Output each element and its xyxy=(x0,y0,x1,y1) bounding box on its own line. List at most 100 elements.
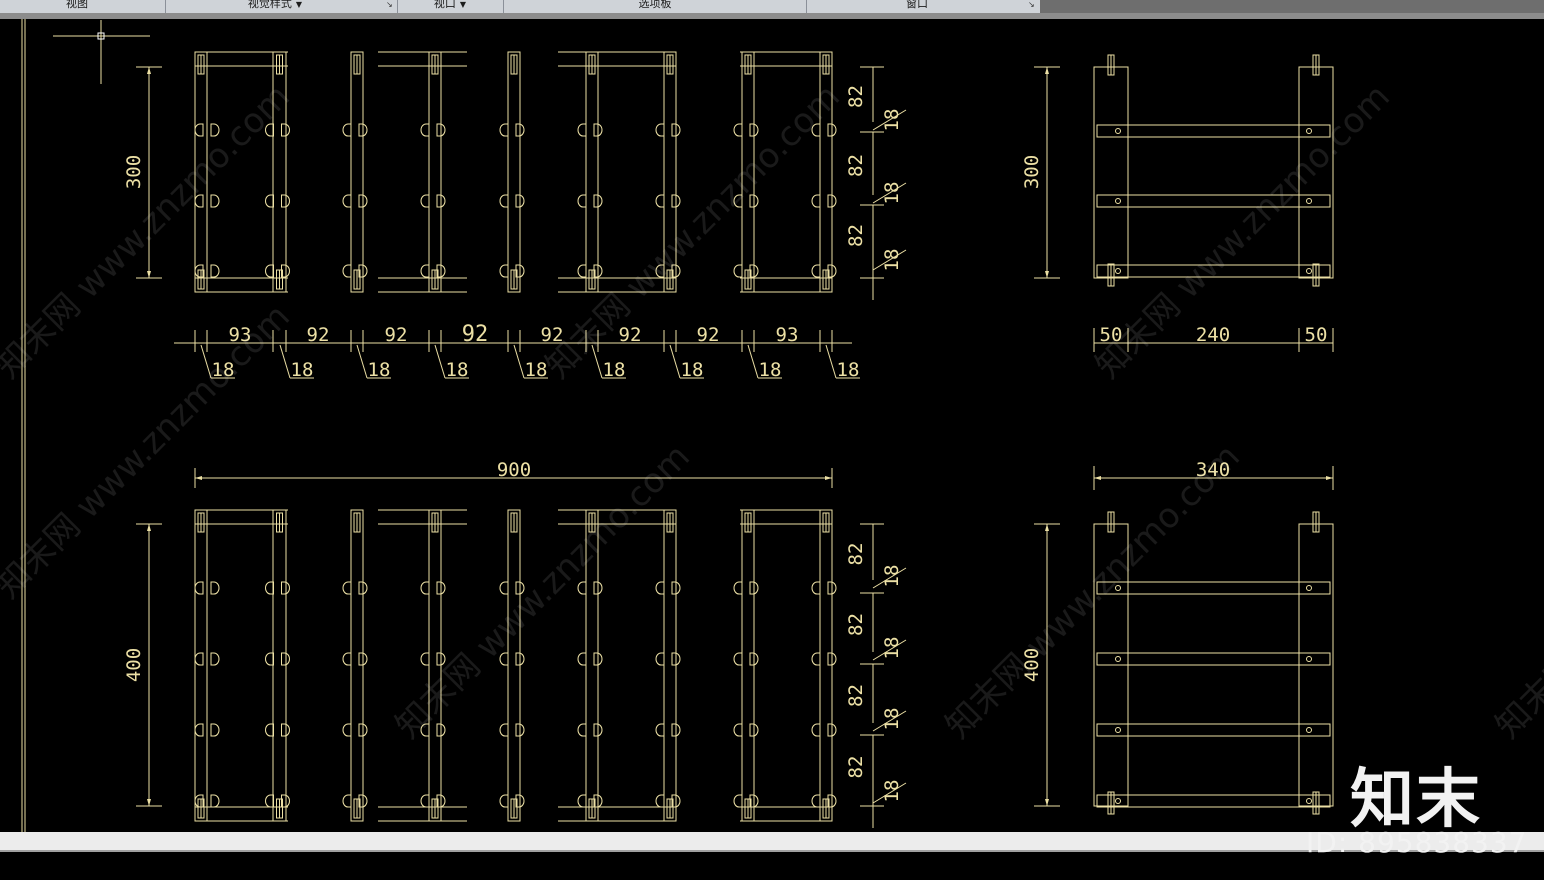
dim-board-thickness: 18 xyxy=(881,780,903,803)
screw-hole xyxy=(1115,128,1121,134)
shelf-section xyxy=(1096,581,1331,595)
cam-lock xyxy=(499,581,509,595)
dim-arrow xyxy=(147,524,151,531)
screw-hole xyxy=(1306,727,1312,733)
dim-leader xyxy=(513,344,525,379)
dim-leader xyxy=(356,344,368,379)
panel-visual-styles[interactable]: 视觉样式 ▼ xyxy=(230,0,320,11)
cam-lock xyxy=(733,652,743,666)
dim-arrow xyxy=(1326,476,1333,480)
shelf-section xyxy=(1096,652,1331,666)
side-board xyxy=(350,51,364,293)
dim-leader xyxy=(279,344,291,379)
screw-hole xyxy=(1306,268,1312,274)
cam-lock xyxy=(577,794,587,808)
cam-lock xyxy=(655,794,665,808)
dim-leader xyxy=(669,344,681,379)
cam-lock xyxy=(655,123,665,137)
cam-lock xyxy=(194,581,204,595)
cam-lock xyxy=(733,581,743,595)
side-board xyxy=(585,51,599,293)
watermark-text: 知末网 www.znzmo.com xyxy=(538,77,848,387)
dim-row-pitch: 82 xyxy=(845,224,867,247)
dim-spacing: 93 xyxy=(776,324,799,346)
cam-lock xyxy=(210,581,220,595)
cam-lock xyxy=(577,264,587,278)
dim-arrow xyxy=(147,271,151,278)
panel-viewports[interactable]: 视口 ▼ xyxy=(420,0,480,11)
dim-board-thickness: 18 xyxy=(881,565,903,588)
dim-height-top-front: 300 xyxy=(123,155,145,189)
shelf-section xyxy=(1096,794,1331,808)
cam-lock xyxy=(194,723,204,737)
dim-row-pitch: 82 xyxy=(845,85,867,108)
watermark-text: 知末网 www.znzmo.com xyxy=(1088,77,1398,387)
cam-lock xyxy=(420,581,430,595)
screw-hole xyxy=(1115,798,1121,804)
dim-spacing: 92 xyxy=(307,324,330,346)
cam-lock xyxy=(420,652,430,666)
dim-board-thickness: 18 xyxy=(681,359,704,381)
dim-board-thickness: 18 xyxy=(881,637,903,660)
dim-board-thickness: 18 xyxy=(759,359,782,381)
cam-lock xyxy=(342,194,352,208)
cam-lock xyxy=(811,581,821,595)
dim-leader xyxy=(747,344,759,379)
panel-viewports-label: 视口 xyxy=(433,0,456,10)
watermark-text: 知末网 www.znzmo.com xyxy=(388,437,698,747)
screw-hole xyxy=(1306,128,1312,134)
panel-window[interactable]: 窗口 xyxy=(880,0,954,11)
cam-lock xyxy=(655,723,665,737)
panel-visual-styles-label: 视觉样式 xyxy=(247,0,292,10)
cam-lock xyxy=(733,794,743,808)
ribbon-separator xyxy=(165,0,166,13)
cam-lock xyxy=(342,652,352,666)
cam-lock xyxy=(194,652,204,666)
cam-lock xyxy=(577,581,587,595)
dim-arrow xyxy=(147,799,151,806)
panel-launcher-icon[interactable]: ↘ xyxy=(1028,0,1035,9)
cam-lock xyxy=(577,123,587,137)
panel-palettes[interactable]: 选项板 xyxy=(610,0,700,11)
side-board xyxy=(507,51,521,293)
cad-drawing: 30082188218821893 92 92 92 92 92 92 9318 18 18 18 1… xyxy=(0,19,1544,832)
cam-lock xyxy=(811,264,821,278)
panel-launcher-icon[interactable]: ↘ xyxy=(386,0,393,9)
cam-lock xyxy=(210,264,220,278)
cam-lock xyxy=(210,723,220,737)
model-space-canvas[interactable]: 300 82 18 82 18 82 18 93 92 92 92 92 92 92 93 18 18 18 18 1… xyxy=(0,19,1544,832)
cam-lock xyxy=(499,794,509,808)
dim-board-thickness: 18 xyxy=(881,109,903,132)
side-board xyxy=(428,51,442,293)
cam-lock xyxy=(265,264,274,278)
screw-hole xyxy=(1115,198,1121,204)
watermark-text: 知末网 www.znzmo.com xyxy=(1488,437,1544,747)
cam-lock xyxy=(265,581,274,595)
dim-arrow xyxy=(1045,799,1049,806)
cam-lock xyxy=(210,794,220,808)
ribbon-separator xyxy=(397,0,398,13)
cam-lock xyxy=(733,264,743,278)
cam-lock xyxy=(655,581,665,595)
cam-lock xyxy=(811,194,821,208)
panel-palettes-label: 选项板 xyxy=(638,0,672,10)
screw-hole xyxy=(1115,656,1121,662)
cam-lock xyxy=(194,794,204,808)
panel-view[interactable]: 视图 xyxy=(40,0,114,11)
cam-lock xyxy=(265,794,274,808)
screw-hole xyxy=(1306,585,1312,591)
cam-lock xyxy=(194,123,204,137)
cam-lock xyxy=(342,264,352,278)
panel-window-label: 窗口 xyxy=(906,0,928,10)
dim-leader xyxy=(825,344,837,379)
ribbon-bar: 视图 视觉样式 ▼ ↘ 视口 ▼ 选项板 窗口 ↘ xyxy=(0,0,1544,14)
dim-board-thickness: 18 xyxy=(603,359,626,381)
screw-hole xyxy=(1306,798,1312,804)
screw-hole xyxy=(1306,198,1312,204)
dim-board-thickness: 18 xyxy=(368,359,391,381)
screw-hole xyxy=(1115,727,1121,733)
cam-lock xyxy=(499,723,509,737)
cam-lock xyxy=(499,194,509,208)
cam-lock xyxy=(342,794,352,808)
dim-row-pitch: 82 xyxy=(845,613,867,636)
